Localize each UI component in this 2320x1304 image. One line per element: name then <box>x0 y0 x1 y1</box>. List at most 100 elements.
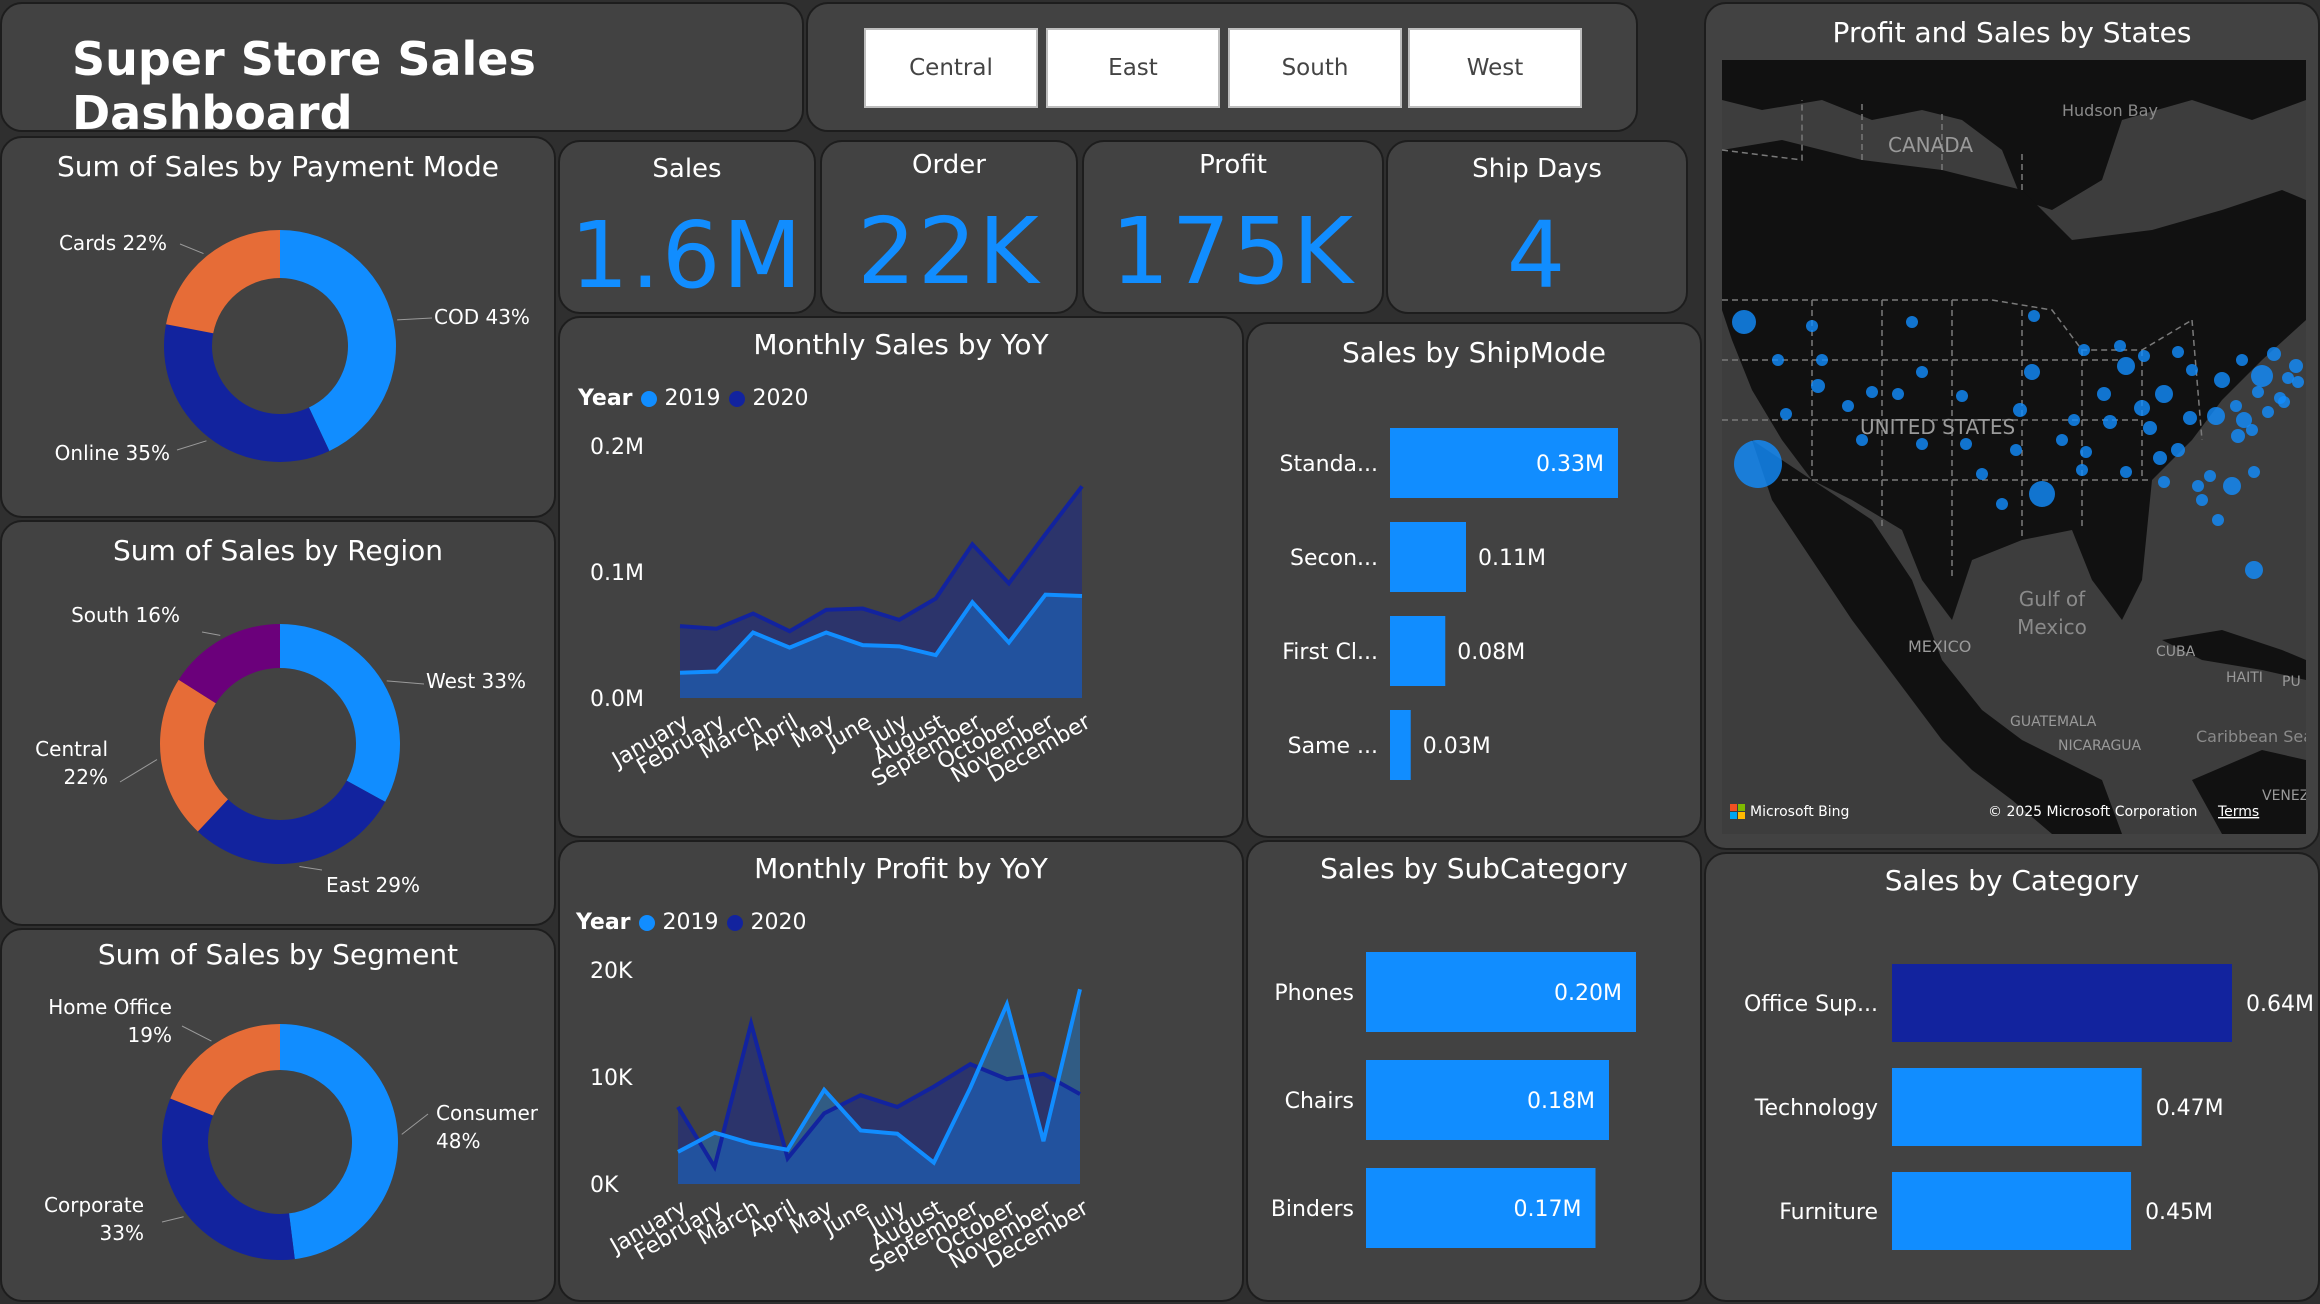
map-bubble <box>2183 411 2197 425</box>
shipmode-bar <box>1390 710 1411 780</box>
map-bubble <box>2267 347 2281 361</box>
payment-leader-line <box>176 440 207 451</box>
map-bubble <box>2134 400 2150 416</box>
segment-slice <box>170 1024 280 1116</box>
map-copyright: © 2025 Microsoft Corporation <box>1988 804 2197 820</box>
map-bubble <box>2117 357 2135 375</box>
kpi-profit-card: Profit 175K <box>1082 140 1384 314</box>
category-bar <box>1892 964 2232 1042</box>
payment-leader-line <box>397 317 433 321</box>
category-bar-label: Technology <box>1754 1096 1878 1121</box>
map-bubble <box>2186 364 2198 376</box>
shipmode-bar <box>1390 616 1446 686</box>
map-label-united-states: UNITED STATES <box>1860 415 2015 439</box>
segment-slice-label: Corporate 33% <box>44 1193 144 1245</box>
monthly-profit-panel: Monthly Profit by YoY Year 2019 2020 20K… <box>558 840 1244 1302</box>
kpi-shipdays-card: Ship Days 4 <box>1386 140 1688 314</box>
shipmode-bar-label: Same ... <box>1288 734 1378 759</box>
map-bubble <box>2103 415 2117 429</box>
map-bubble <box>2153 451 2167 465</box>
segment-slice <box>280 1024 399 1260</box>
kpi-sales-card: Sales 1.6M <box>558 140 816 314</box>
map-bubble <box>2252 386 2264 398</box>
subcategory-data-label: 0.18M <box>1527 1089 1595 1114</box>
shipmode-bar-label: First Cl... <box>1282 640 1378 665</box>
map-title: Profit and Sales by States <box>1832 16 2192 49</box>
subcategory-bar-label: Binders <box>1271 1197 1354 1222</box>
map-bubble <box>2078 344 2090 356</box>
map-bubble <box>1916 438 1928 450</box>
region-donut-chart: West 33% East 29% Central 22% South 16% <box>35 603 526 897</box>
slicer-button-south[interactable]: South <box>1228 28 1402 108</box>
payment-slice-label: Online 35% <box>55 441 170 465</box>
subcategory-data-label: 0.17M <box>1514 1197 1582 1222</box>
map-bubble <box>2262 406 2274 418</box>
map-bubble <box>2230 400 2242 412</box>
shipmode-bar-label: Standa... <box>1280 452 1378 477</box>
region-leader-line <box>201 631 221 636</box>
map-bubble <box>1996 498 2008 510</box>
map-terms-link[interactable]: Terms <box>2217 804 2259 820</box>
map-bubble <box>1916 366 1928 378</box>
map-bubble <box>1811 379 1825 393</box>
subcategory-data-label: 0.20M <box>1554 981 1622 1006</box>
shipmode-data-label: 0.11M <box>1478 546 1546 571</box>
map-bubble <box>2155 385 2173 403</box>
payment-mode-panel: Sum of Sales by Payment Mode COD 43% Onli… <box>0 136 556 518</box>
segment-leader-line <box>401 1113 429 1135</box>
map-bubble <box>1956 390 1968 402</box>
shipmode-bar-chart: Standa... 0.33M Secon... 0.11M First Cl... 0.… <box>1280 428 1618 780</box>
region-slice <box>159 679 228 832</box>
map-bubble <box>2292 376 2304 388</box>
region-slice <box>197 780 386 864</box>
map-bubble <box>1816 354 1828 366</box>
subcategory-bar-chart: Phones 0.20M Chairs 0.18M Binders 0.17M <box>1271 952 1636 1248</box>
map-bubble <box>1806 320 1818 332</box>
kpi-sales-value: 1.6M <box>570 202 804 309</box>
region-leader-line <box>386 680 425 685</box>
map-bubble <box>2068 414 2080 426</box>
monthly-profit-line-chart: 20K10K0KJanuaryFebruaryMarchAprilMayJune… <box>590 959 1094 1278</box>
segment-panel: Sum of Sales by Segment Consumer 48% Corpo… <box>0 928 556 1302</box>
map-label-caribbean-sea: Caribbean Sea <box>2196 727 2306 746</box>
monthly_profit-ytick-label: 20K <box>590 959 633 984</box>
slicer-button-east[interactable]: East <box>1046 28 1220 108</box>
map-bubble <box>2010 444 2022 456</box>
category-data-label: 0.45M <box>2145 1200 2213 1225</box>
region-panel: Sum of Sales by Region West 33% East 29% C… <box>0 520 556 926</box>
map-label-hudson-bay: Hudson Bay <box>2062 101 2158 120</box>
slicer-button-west[interactable]: West <box>1408 28 1582 108</box>
microsoft-logo-icon <box>1730 812 1737 819</box>
map-bubble <box>2278 396 2290 408</box>
category-bar <box>1892 1068 2142 1146</box>
map-bubble <box>2223 477 2241 495</box>
states-map[interactable]: CANADAHudson BayUNITED STATESMEXICOGulf … <box>1722 60 2306 834</box>
microsoft-logo-icon <box>1738 804 1745 811</box>
map-bubble <box>2172 346 2184 358</box>
shipmode-bar <box>1390 522 1466 592</box>
category-data-label: 0.47M <box>2156 1096 2224 1121</box>
title-panel: Super Store Sales Dashboard <box>0 2 804 140</box>
microsoft-logo-icon <box>1738 812 1745 819</box>
shipmode-data-label: 0.03M <box>1423 734 1491 759</box>
monthly_sales-ytick-label: 0.1M <box>590 561 644 586</box>
monthly_sales-ytick-label: 0.2M <box>590 435 644 460</box>
payment-slice <box>163 324 330 462</box>
map-bubble <box>2056 434 2068 446</box>
map-label-guatemala: GUATEMALA <box>2010 714 2097 730</box>
kpi-order-label: Order <box>912 150 986 180</box>
kpi-profit-label: Profit <box>1199 150 1267 180</box>
map-bubble <box>2192 480 2204 492</box>
map-bubble <box>2029 481 2055 507</box>
monthly_profit-ytick-label: 0K <box>590 1173 619 1198</box>
shipmode-bar-label: Secon... <box>1290 546 1378 571</box>
map-bubble <box>2097 387 2111 401</box>
region-slice <box>280 624 401 802</box>
region-slicer-panel: Central East South West <box>806 2 1638 132</box>
map-bubble <box>2114 340 2126 352</box>
microsoft-logo-icon <box>1730 804 1737 811</box>
map-bubble <box>2080 446 2092 458</box>
map-bubble <box>2251 365 2273 387</box>
map-bubble <box>2212 514 2224 526</box>
slicer-button-central[interactable]: Central <box>864 28 1038 108</box>
